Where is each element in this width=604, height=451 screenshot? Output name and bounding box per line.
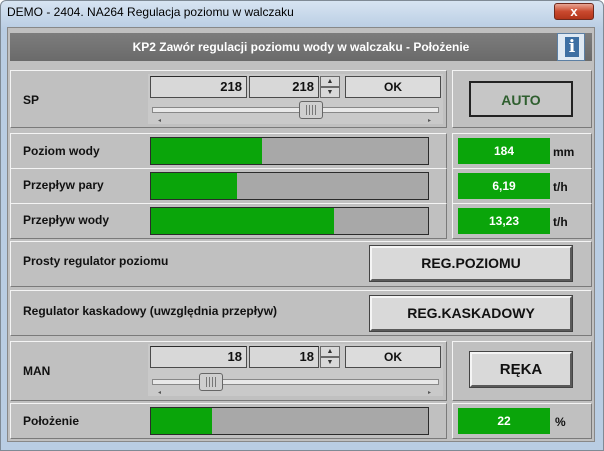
- water-flow-label: Przepływ wody: [23, 213, 110, 227]
- level-label: Poziom wody: [23, 144, 100, 158]
- reg-poziomu-button[interactable]: REG.POZIOMU: [369, 245, 573, 282]
- sp-slider-min-tick: ◂: [158, 118, 162, 124]
- simple-regulator-label: Prosty regulator poziomu: [23, 254, 169, 268]
- close-icon: x: [570, 4, 578, 19]
- level-bar-fill: [151, 138, 262, 164]
- sp-label: SP: [23, 93, 40, 107]
- spin-up-icon[interactable]: ▲: [320, 76, 340, 87]
- position-label: Położenie: [23, 414, 80, 428]
- water-flow-value: 13,23: [458, 208, 550, 234]
- auto-mode-indicator[interactable]: AUTO: [469, 81, 573, 117]
- position-bar: [150, 407, 429, 435]
- page-title: KP2 Zawór regulacji poziomu wody w walcz…: [132, 40, 470, 54]
- info-icon[interactable]: i: [557, 33, 585, 61]
- man-spinner[interactable]: ▲ ▼: [320, 346, 340, 368]
- steam-flow-value: 6,19: [458, 173, 550, 199]
- position-unit: %: [555, 415, 566, 429]
- title-bar[interactable]: DEMO - 2404. NA264 Regulacja poziomu w w…: [1, 1, 603, 25]
- sp-ok-button[interactable]: OK: [345, 76, 441, 98]
- man-ok-button[interactable]: OK: [345, 346, 441, 368]
- sp-slider-max-tick: ▸: [428, 118, 432, 124]
- sp-current-value: 218: [150, 76, 247, 98]
- position-value: 22: [458, 408, 550, 434]
- man-slider-max-tick: ▸: [428, 390, 432, 396]
- sp-spinner[interactable]: ▲ ▼: [320, 76, 340, 98]
- reg-kaskadowy-button[interactable]: REG.KASKADOWY: [369, 295, 573, 332]
- close-button[interactable]: x: [554, 3, 594, 20]
- man-slider-track[interactable]: [152, 379, 439, 385]
- position-bar-fill: [151, 408, 212, 434]
- man-slider-min-tick: ◂: [158, 390, 162, 396]
- man-input-field[interactable]: 18: [249, 346, 319, 368]
- water-flow-bar: [150, 207, 429, 235]
- sp-slider-thumb[interactable]: [299, 101, 324, 119]
- header-bar: KP2 Zawór regulacji poziomu wody w walcz…: [10, 33, 592, 61]
- steam-flow-bar: [150, 172, 429, 200]
- man-label: MAN: [23, 364, 51, 378]
- man-slider-thumb[interactable]: [199, 373, 224, 391]
- spin-down-icon[interactable]: ▼: [320, 357, 340, 368]
- man-current-value: 18: [150, 346, 247, 368]
- steam-flow-label: Przepływ pary: [23, 178, 104, 192]
- water-flow-unit: t/h: [553, 215, 568, 229]
- steam-flow-bar-fill: [151, 173, 237, 199]
- level-unit: mm: [553, 145, 575, 159]
- steam-flow-unit: t/h: [553, 180, 568, 194]
- sp-input-field[interactable]: 218: [249, 76, 319, 98]
- level-value: 184: [458, 138, 550, 164]
- sp-slider-track[interactable]: [152, 107, 439, 113]
- water-flow-bar-fill: [151, 208, 334, 234]
- spin-up-icon[interactable]: ▲: [320, 346, 340, 357]
- level-bar: [150, 137, 429, 165]
- reka-mode-button[interactable]: RĘKA: [469, 351, 573, 388]
- cascade-regulator-label: Regulator kaskadowy (uwzględnia przepływ…: [23, 304, 278, 318]
- spin-down-icon[interactable]: ▼: [320, 87, 340, 98]
- window-title: DEMO - 2404. NA264 Regulacja poziomu w w…: [7, 5, 294, 19]
